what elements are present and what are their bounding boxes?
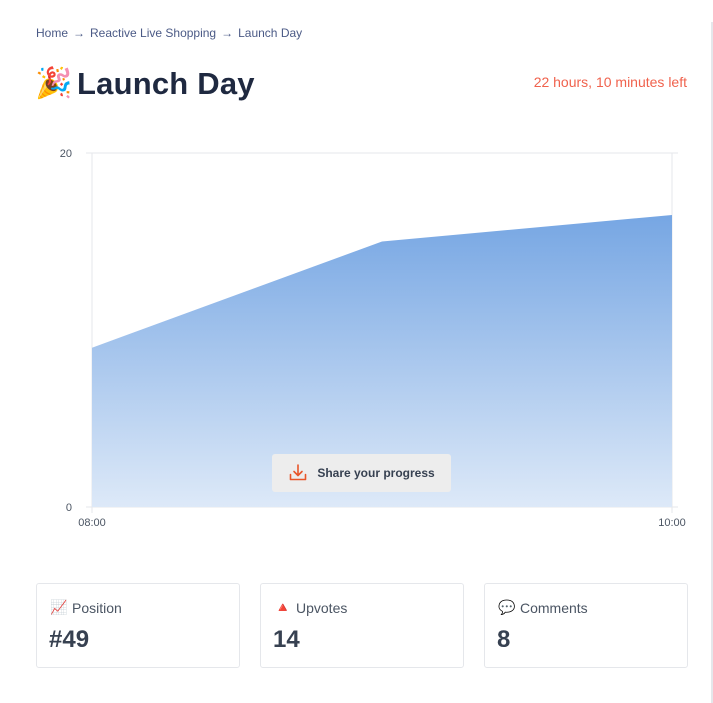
- stat-card-upvotes: 🔺 Upvotes 14: [260, 583, 464, 668]
- stat-label: Comments: [520, 599, 588, 616]
- breadcrumb-current: Launch Day: [238, 26, 303, 40]
- party-popper-icon: 🎉: [35, 67, 73, 100]
- breadcrumb-product-link[interactable]: Reactive Live Shopping: [90, 26, 216, 40]
- breadcrumb: Home → Reactive Live Shopping → Launch D…: [36, 25, 302, 41]
- stat-value: #49: [49, 626, 90, 653]
- stat-value: 14: [273, 626, 300, 653]
- y-tick-label: 20: [60, 148, 72, 160]
- share-progress-button[interactable]: Share your progress: [272, 454, 451, 492]
- time-remaining: 22 hours, 10 minutes left: [533, 74, 687, 90]
- share-progress-label: Share your progress: [317, 466, 435, 480]
- breadcrumb-arrow-icon: →: [73, 26, 86, 40]
- stat-label: Position: [72, 599, 122, 616]
- breadcrumb-home-link[interactable]: Home: [36, 26, 68, 40]
- breadcrumb-arrow-icon: →: [221, 26, 234, 40]
- upvote-triangle-icon: 🔺: [274, 599, 292, 615]
- stat-card-position: 📈 Position #49: [36, 583, 240, 668]
- stat-value: 8: [497, 626, 511, 653]
- speech-bubble-icon: 💬: [498, 599, 516, 615]
- stat-label: Upvotes: [296, 599, 348, 616]
- page-title: Launch Day: [77, 66, 255, 101]
- y-tick-label: 0: [66, 502, 72, 514]
- download-icon: [290, 464, 307, 481]
- x-tick-label: 10:00: [658, 517, 686, 529]
- page-header: 🎉 Launch Day: [35, 62, 255, 106]
- stat-card-comments: 💬 Comments 8: [484, 583, 688, 668]
- chart-increasing-icon: 📈: [50, 599, 68, 615]
- x-tick-label: 08:00: [78, 517, 106, 529]
